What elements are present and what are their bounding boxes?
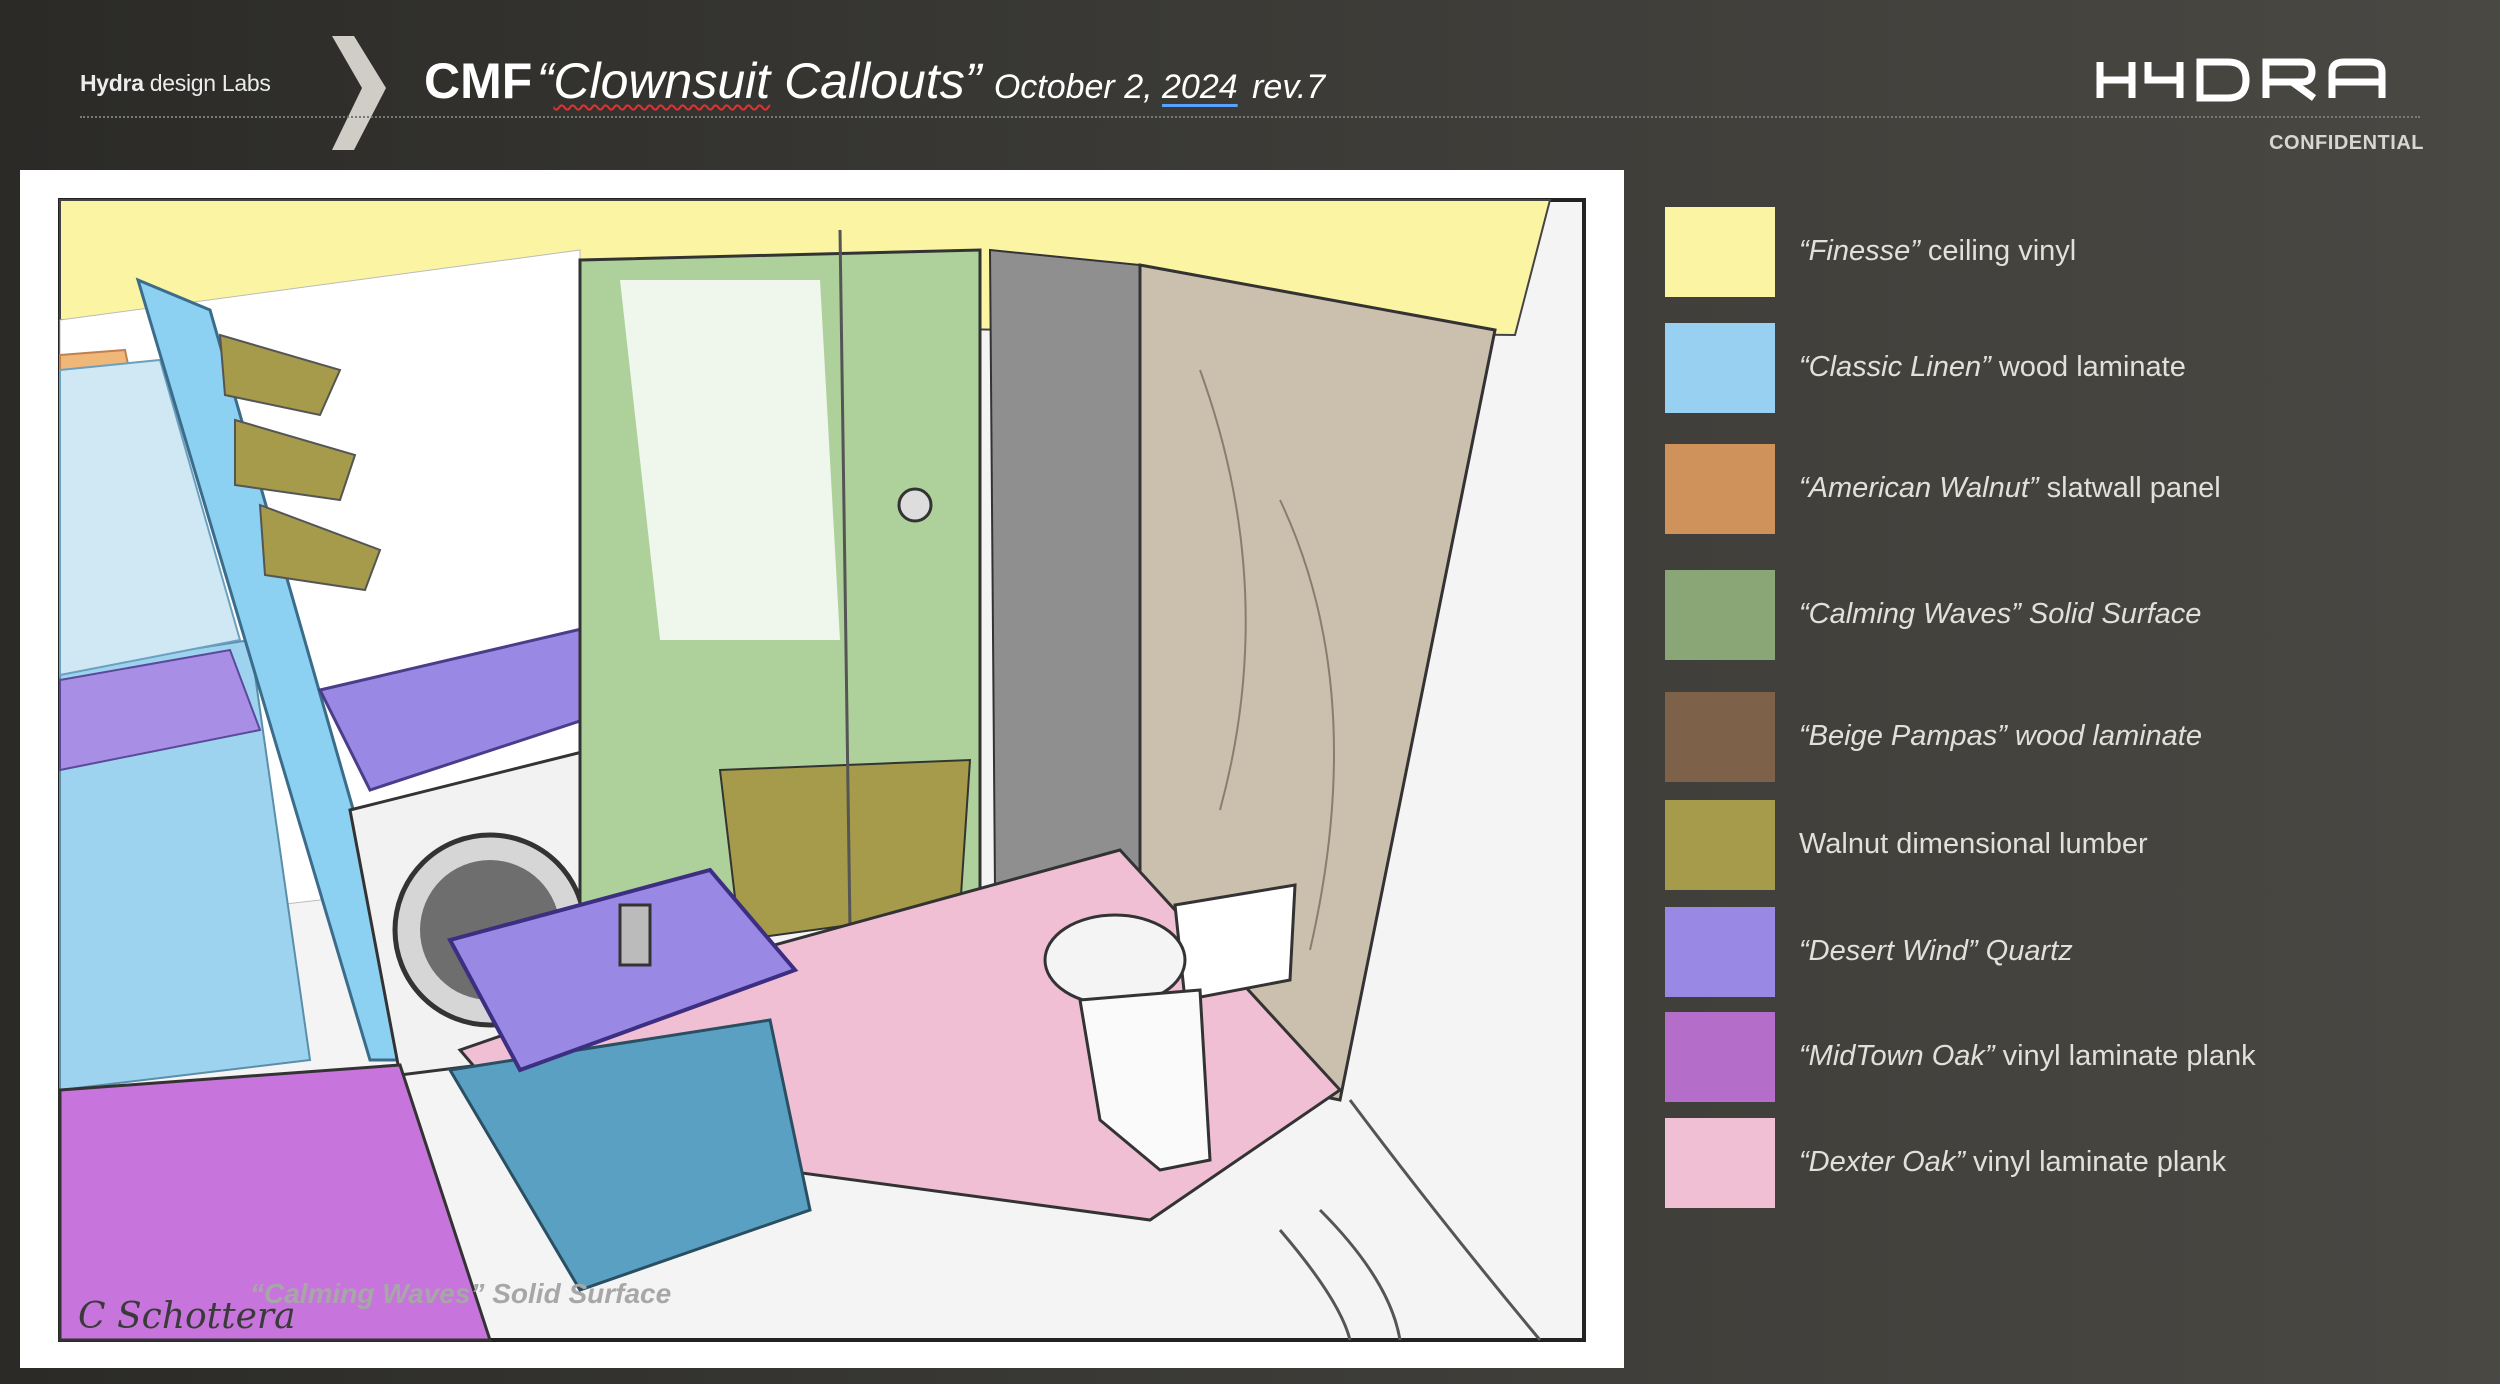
legend-item: “American Walnut” slatwall panel: [1665, 444, 2445, 534]
legend-label: “Calming Waves” Solid Surface: [1799, 598, 2201, 631]
legend-item: “Beige Pampas” wood laminate: [1665, 692, 2445, 782]
material-desc: slatwall panel: [2038, 472, 2221, 504]
page-title: CMF “Clownsuit Callouts” October 2, 2024…: [424, 52, 1325, 110]
title-name-rest: Callouts”: [770, 53, 982, 109]
color-swatch: [1665, 1012, 1775, 1102]
bathroom-render-drawing: “Calming Waves” Solid Surface C Schotter…: [20, 170, 1624, 1368]
legend-item: “Dexter Oak” vinyl laminate plank: [1665, 1118, 2445, 1208]
material-desc: wood laminate: [2006, 720, 2202, 752]
studio-name: Hydra design Labs: [80, 70, 271, 97]
material-name: “Beige Pampas”: [1799, 720, 2007, 752]
material-desc: Walnut dimensional lumber: [1799, 828, 2148, 860]
title-name-word: Clownsuit: [553, 53, 771, 109]
legend-item: Walnut dimensional lumber: [1665, 800, 2445, 890]
material-name: “Classic Linen”: [1799, 351, 1991, 383]
studio-name-rest: design Labs: [143, 70, 271, 96]
legend-item: “Finesse” ceiling vinyl: [1665, 207, 2445, 297]
color-swatch: [1665, 907, 1775, 997]
revision-label: rev.7: [1252, 68, 1326, 106]
date-prefix: October 2,: [993, 68, 1163, 106]
legend-item: “Calming Waves” Solid Surface: [1665, 570, 2445, 660]
material-name: “Desert Wind”: [1799, 935, 1978, 967]
color-swatch: [1665, 800, 1775, 890]
artist-signature: C Schottera: [78, 1296, 296, 1337]
title-open-quote: “: [536, 53, 554, 109]
legend-label: “American Walnut” slatwall panel: [1799, 472, 2221, 505]
material-desc: Solid Surface: [2020, 598, 2202, 630]
render-caption: “Calming Waves” Solid Surface: [250, 1278, 671, 1309]
title-date: October 2, 2024: [994, 68, 1238, 106]
color-swatch: [1665, 323, 1775, 413]
legend-label: “Finesse” ceiling vinyl: [1799, 235, 2076, 268]
legend-label: Walnut dimensional lumber: [1799, 828, 2148, 861]
material-desc: Quartz: [1977, 935, 2073, 967]
material-desc: ceiling vinyl: [1919, 235, 2077, 267]
color-swatch: [1665, 1118, 1775, 1208]
material-name: “Calming Waves”: [1799, 598, 2021, 630]
legend-label: “MidTown Oak” vinyl laminate plank: [1799, 1040, 2256, 1073]
color-swatch: [1665, 207, 1775, 297]
legend-item: “Classic Linen” wood laminate: [1665, 323, 2445, 413]
cmf-legend: “Finesse” ceiling vinyl “Classic Linen” …: [1665, 0, 2445, 1384]
material-desc: vinyl laminate plank: [1964, 1146, 2227, 1178]
legend-label: “Beige Pampas” wood laminate: [1799, 720, 2202, 753]
legend-label: “Desert Wind” Quartz: [1799, 935, 2073, 968]
title-prefix: CMF: [424, 53, 533, 109]
legend-label: “Dexter Oak” vinyl laminate plank: [1799, 1146, 2226, 1179]
studio-name-bold: Hydra: [80, 70, 144, 96]
date-year: 2024: [1162, 68, 1238, 106]
chevron-divider-icon: [332, 36, 386, 150]
material-desc: vinyl laminate plank: [1994, 1040, 2256, 1072]
material-name: “American Walnut”: [1799, 472, 2039, 504]
material-name: “Dexter Oak”: [1799, 1146, 1965, 1178]
legend-item: “Desert Wind” Quartz: [1665, 907, 2445, 997]
color-swatch: [1665, 692, 1775, 782]
legend-label: “Classic Linen” wood laminate: [1799, 351, 2186, 384]
legend-item: “MidTown Oak” vinyl laminate plank: [1665, 1012, 2445, 1102]
title-name: “Clownsuit Callouts”: [537, 53, 982, 109]
material-name: “Finesse”: [1799, 235, 1920, 267]
color-swatch: [1665, 444, 1775, 534]
color-swatch: [1665, 570, 1775, 660]
bathroom-render-image: “Calming Waves” Solid Surface C Schotter…: [20, 170, 1624, 1368]
material-desc: wood laminate: [1990, 351, 2186, 383]
material-name: “MidTown Oak”: [1799, 1040, 1995, 1072]
